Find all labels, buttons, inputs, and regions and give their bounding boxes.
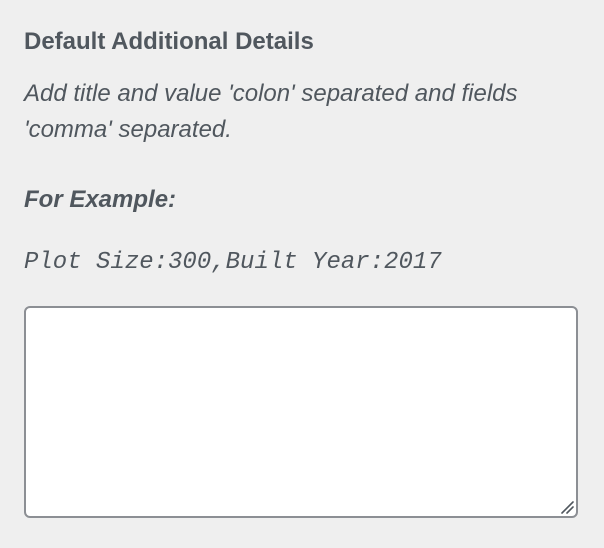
section-title: Default Additional Details xyxy=(24,28,314,55)
additional-details-textarea[interactable] xyxy=(24,306,578,518)
details-textarea-wrapper xyxy=(24,306,578,518)
example-label: For Example: xyxy=(24,186,177,213)
example-code: Plot Size:300,Built Year:2017 xyxy=(24,249,442,276)
section-description: Add title and value 'colon' separated an… xyxy=(24,80,518,143)
additional-details-panel: Default Additional Details Add title and… xyxy=(24,0,580,548)
